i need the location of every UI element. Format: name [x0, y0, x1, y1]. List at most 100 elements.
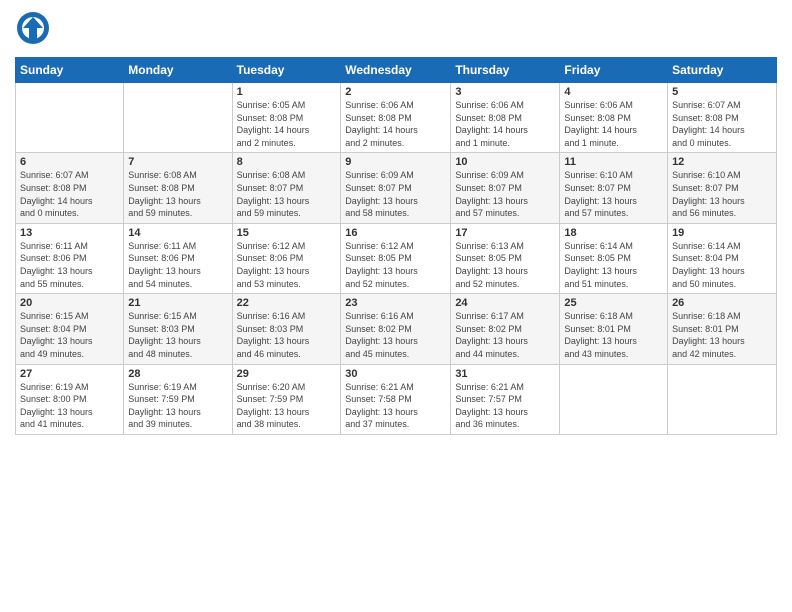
day-number: 11	[564, 156, 663, 168]
day-number: 15	[237, 227, 337, 239]
day-info: Sunrise: 6:06 AM Sunset: 8:08 PM Dayligh…	[455, 99, 555, 149]
day-info: Sunrise: 6:11 AM Sunset: 8:06 PM Dayligh…	[128, 240, 227, 290]
day-cell: 6Sunrise: 6:07 AM Sunset: 8:08 PM Daylig…	[16, 153, 124, 223]
day-cell: 23Sunrise: 6:16 AM Sunset: 8:02 PM Dayli…	[341, 294, 451, 364]
day-info: Sunrise: 6:13 AM Sunset: 8:05 PM Dayligh…	[455, 240, 555, 290]
day-info: Sunrise: 6:15 AM Sunset: 8:03 PM Dayligh…	[128, 310, 227, 360]
day-number: 5	[672, 86, 772, 98]
day-cell: 22Sunrise: 6:16 AM Sunset: 8:03 PM Dayli…	[232, 294, 341, 364]
day-cell: 20Sunrise: 6:15 AM Sunset: 8:04 PM Dayli…	[16, 294, 124, 364]
day-cell: 26Sunrise: 6:18 AM Sunset: 8:01 PM Dayli…	[668, 294, 777, 364]
day-number: 30	[345, 368, 446, 380]
day-number: 18	[564, 227, 663, 239]
day-info: Sunrise: 6:09 AM Sunset: 8:07 PM Dayligh…	[455, 169, 555, 219]
day-info: Sunrise: 6:14 AM Sunset: 8:05 PM Dayligh…	[564, 240, 663, 290]
day-info: Sunrise: 6:09 AM Sunset: 8:07 PM Dayligh…	[345, 169, 446, 219]
day-info: Sunrise: 6:10 AM Sunset: 8:07 PM Dayligh…	[564, 169, 663, 219]
day-info: Sunrise: 6:21 AM Sunset: 7:58 PM Dayligh…	[345, 381, 446, 431]
day-info: Sunrise: 6:12 AM Sunset: 8:05 PM Dayligh…	[345, 240, 446, 290]
day-number: 2	[345, 86, 446, 98]
day-number: 12	[672, 156, 772, 168]
day-cell: 3Sunrise: 6:06 AM Sunset: 8:08 PM Daylig…	[451, 83, 560, 153]
day-cell: 9Sunrise: 6:09 AM Sunset: 8:07 PM Daylig…	[341, 153, 451, 223]
calendar-table: SundayMondayTuesdayWednesdayThursdayFrid…	[15, 57, 777, 435]
day-number: 22	[237, 297, 337, 309]
logo	[15, 10, 55, 51]
day-cell: 30Sunrise: 6:21 AM Sunset: 7:58 PM Dayli…	[341, 364, 451, 434]
day-number: 27	[20, 368, 119, 380]
day-cell: 10Sunrise: 6:09 AM Sunset: 8:07 PM Dayli…	[451, 153, 560, 223]
day-cell: 27Sunrise: 6:19 AM Sunset: 8:00 PM Dayli…	[16, 364, 124, 434]
day-cell: 14Sunrise: 6:11 AM Sunset: 8:06 PM Dayli…	[124, 223, 232, 293]
day-number: 6	[20, 156, 119, 168]
day-cell: 1Sunrise: 6:05 AM Sunset: 8:08 PM Daylig…	[232, 83, 341, 153]
day-info: Sunrise: 6:10 AM Sunset: 8:07 PM Dayligh…	[672, 169, 772, 219]
day-cell: 19Sunrise: 6:14 AM Sunset: 8:04 PM Dayli…	[668, 223, 777, 293]
day-info: Sunrise: 6:08 AM Sunset: 8:08 PM Dayligh…	[128, 169, 227, 219]
day-info: Sunrise: 6:11 AM Sunset: 8:06 PM Dayligh…	[20, 240, 119, 290]
day-cell: 29Sunrise: 6:20 AM Sunset: 7:59 PM Dayli…	[232, 364, 341, 434]
day-info: Sunrise: 6:14 AM Sunset: 8:04 PM Dayligh…	[672, 240, 772, 290]
col-header-sunday: Sunday	[16, 58, 124, 83]
day-info: Sunrise: 6:12 AM Sunset: 8:06 PM Dayligh…	[237, 240, 337, 290]
day-number: 23	[345, 297, 446, 309]
day-info: Sunrise: 6:18 AM Sunset: 8:01 PM Dayligh…	[672, 310, 772, 360]
week-row-2: 6Sunrise: 6:07 AM Sunset: 8:08 PM Daylig…	[16, 153, 777, 223]
day-info: Sunrise: 6:07 AM Sunset: 8:08 PM Dayligh…	[672, 99, 772, 149]
week-row-5: 27Sunrise: 6:19 AM Sunset: 8:00 PM Dayli…	[16, 364, 777, 434]
day-number: 4	[564, 86, 663, 98]
col-header-tuesday: Tuesday	[232, 58, 341, 83]
day-number: 31	[455, 368, 555, 380]
day-number: 28	[128, 368, 227, 380]
day-info: Sunrise: 6:05 AM Sunset: 8:08 PM Dayligh…	[237, 99, 337, 149]
day-info: Sunrise: 6:20 AM Sunset: 7:59 PM Dayligh…	[237, 381, 337, 431]
day-cell	[668, 364, 777, 434]
day-number: 20	[20, 297, 119, 309]
day-info: Sunrise: 6:16 AM Sunset: 8:03 PM Dayligh…	[237, 310, 337, 360]
week-row-1: 1Sunrise: 6:05 AM Sunset: 8:08 PM Daylig…	[16, 83, 777, 153]
day-cell: 16Sunrise: 6:12 AM Sunset: 8:05 PM Dayli…	[341, 223, 451, 293]
day-info: Sunrise: 6:19 AM Sunset: 7:59 PM Dayligh…	[128, 381, 227, 431]
day-cell: 8Sunrise: 6:08 AM Sunset: 8:07 PM Daylig…	[232, 153, 341, 223]
day-info: Sunrise: 6:16 AM Sunset: 8:02 PM Dayligh…	[345, 310, 446, 360]
day-cell	[16, 83, 124, 153]
day-cell: 13Sunrise: 6:11 AM Sunset: 8:06 PM Dayli…	[16, 223, 124, 293]
header	[15, 10, 777, 51]
day-cell	[124, 83, 232, 153]
day-number: 14	[128, 227, 227, 239]
day-number: 21	[128, 297, 227, 309]
day-number: 13	[20, 227, 119, 239]
week-row-4: 20Sunrise: 6:15 AM Sunset: 8:04 PM Dayli…	[16, 294, 777, 364]
day-info: Sunrise: 6:07 AM Sunset: 8:08 PM Dayligh…	[20, 169, 119, 219]
day-number: 19	[672, 227, 772, 239]
day-cell	[560, 364, 668, 434]
day-cell: 17Sunrise: 6:13 AM Sunset: 8:05 PM Dayli…	[451, 223, 560, 293]
day-number: 29	[237, 368, 337, 380]
day-info: Sunrise: 6:15 AM Sunset: 8:04 PM Dayligh…	[20, 310, 119, 360]
week-row-3: 13Sunrise: 6:11 AM Sunset: 8:06 PM Dayli…	[16, 223, 777, 293]
day-number: 7	[128, 156, 227, 168]
day-number: 8	[237, 156, 337, 168]
day-cell: 7Sunrise: 6:08 AM Sunset: 8:08 PM Daylig…	[124, 153, 232, 223]
day-cell: 31Sunrise: 6:21 AM Sunset: 7:57 PM Dayli…	[451, 364, 560, 434]
page-container: SundayMondayTuesdayWednesdayThursdayFrid…	[0, 0, 792, 612]
day-cell: 15Sunrise: 6:12 AM Sunset: 8:06 PM Dayli…	[232, 223, 341, 293]
col-header-wednesday: Wednesday	[341, 58, 451, 83]
day-cell: 5Sunrise: 6:07 AM Sunset: 8:08 PM Daylig…	[668, 83, 777, 153]
day-number: 24	[455, 297, 555, 309]
day-number: 9	[345, 156, 446, 168]
day-info: Sunrise: 6:17 AM Sunset: 8:02 PM Dayligh…	[455, 310, 555, 360]
day-number: 26	[672, 297, 772, 309]
day-cell: 28Sunrise: 6:19 AM Sunset: 7:59 PM Dayli…	[124, 364, 232, 434]
day-cell: 24Sunrise: 6:17 AM Sunset: 8:02 PM Dayli…	[451, 294, 560, 364]
col-header-friday: Friday	[560, 58, 668, 83]
col-header-monday: Monday	[124, 58, 232, 83]
col-header-saturday: Saturday	[668, 58, 777, 83]
day-number: 3	[455, 86, 555, 98]
day-number: 25	[564, 297, 663, 309]
day-info: Sunrise: 6:21 AM Sunset: 7:57 PM Dayligh…	[455, 381, 555, 431]
day-cell: 12Sunrise: 6:10 AM Sunset: 8:07 PM Dayli…	[668, 153, 777, 223]
logo-icon	[15, 10, 51, 46]
day-number: 10	[455, 156, 555, 168]
calendar-header-row: SundayMondayTuesdayWednesdayThursdayFrid…	[16, 58, 777, 83]
